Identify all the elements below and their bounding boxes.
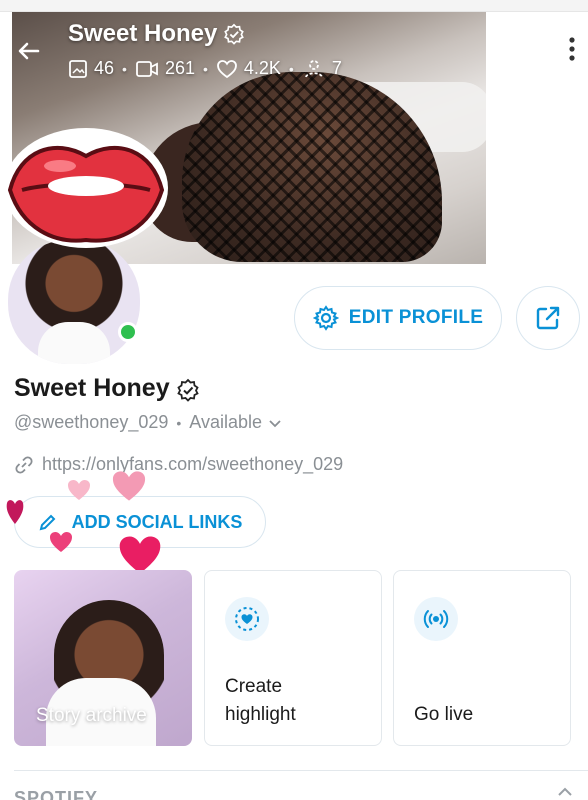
profile-link-row[interactable]: https://onlyfans.com/sweethoney_029 <box>14 454 343 475</box>
edit-profile-label: EDIT PROFILE <box>348 307 484 328</box>
photos-stat[interactable]: 46 <box>68 58 114 79</box>
heart-sticker-icon <box>6 500 24 524</box>
kebab-icon[interactable] <box>564 36 580 66</box>
availability-dropdown[interactable]: Available <box>189 412 282 433</box>
lips-sticker-icon <box>4 128 168 248</box>
highlight-icon <box>225 597 269 641</box>
story-archive-label: Story archive <box>36 705 147 726</box>
videos-stat[interactable]: 261 <box>135 58 195 79</box>
video-icon <box>136 60 158 77</box>
avatar-shirt <box>38 322 110 364</box>
link-icon <box>15 455 33 474</box>
add-social-links-label: ADD SOCIAL LINKS <box>71 511 243 532</box>
stat-separator: • <box>202 60 208 77</box>
likes-stat[interactable]: 4.2K <box>216 58 281 79</box>
status-strip <box>0 0 588 12</box>
cover-stats: 46 • 261 • 4.2K • 7 <box>68 58 342 79</box>
fans-stat[interactable]: 7 <box>302 58 342 79</box>
online-status-icon <box>118 322 138 342</box>
create-highlight-line2: highlight <box>225 704 296 725</box>
cover-title: Sweet Honey <box>68 20 245 48</box>
heart-icon <box>216 59 237 78</box>
gear-icon <box>312 305 339 331</box>
profile-link: https://onlyfans.com/sweethoney_029 <box>42 454 344 474</box>
edit-profile-button[interactable]: EDIT PROFILE <box>294 286 502 350</box>
share-button[interactable] <box>516 286 580 350</box>
create-highlight-label: Create highlight <box>225 673 296 729</box>
fans-count: 7 <box>331 58 342 78</box>
profile-name: Sweet Honey <box>14 374 199 403</box>
photos-count: 46 <box>94 58 115 78</box>
go-live-label: Go live <box>414 704 474 725</box>
section-divider <box>14 770 588 771</box>
user-icon <box>304 59 323 77</box>
share-icon <box>536 306 560 330</box>
avatar[interactable] <box>8 240 140 364</box>
verified-icon <box>176 378 199 402</box>
handle-separator: • <box>176 414 182 431</box>
story-archive-card[interactable]: Story archive <box>14 570 192 746</box>
create-highlight-line1: Create <box>225 676 283 697</box>
cover-name: Sweet Honey <box>68 20 218 47</box>
handle-row: @sweethoney_029 • Available <box>14 412 282 433</box>
stat-separator: • <box>288 60 294 77</box>
chevron-down-icon <box>269 419 281 427</box>
back-arrow-icon[interactable] <box>14 36 44 66</box>
heart-sticker-icon <box>50 532 72 552</box>
chevron-up-icon[interactable] <box>556 782 576 800</box>
broadcast-icon <box>414 597 458 641</box>
stat-separator: • <box>122 60 127 77</box>
verified-icon <box>223 23 245 45</box>
spotify-section-title: SPOTIFY <box>14 788 99 800</box>
pencil-icon <box>39 514 56 531</box>
videos-count: 261 <box>164 58 195 78</box>
profile-handle: @sweethoney_029 <box>14 412 169 432</box>
image-icon <box>69 59 87 78</box>
profile-name-text: Sweet Honey <box>14 374 170 402</box>
heart-sticker-icon <box>68 480 90 500</box>
likes-count: 4.2K <box>243 58 281 78</box>
go-live-card[interactable]: Go live <box>393 570 571 746</box>
heart-sticker-icon <box>112 471 146 501</box>
availability-label: Available <box>189 412 263 432</box>
create-highlight-card[interactable]: Create highlight <box>204 570 382 746</box>
